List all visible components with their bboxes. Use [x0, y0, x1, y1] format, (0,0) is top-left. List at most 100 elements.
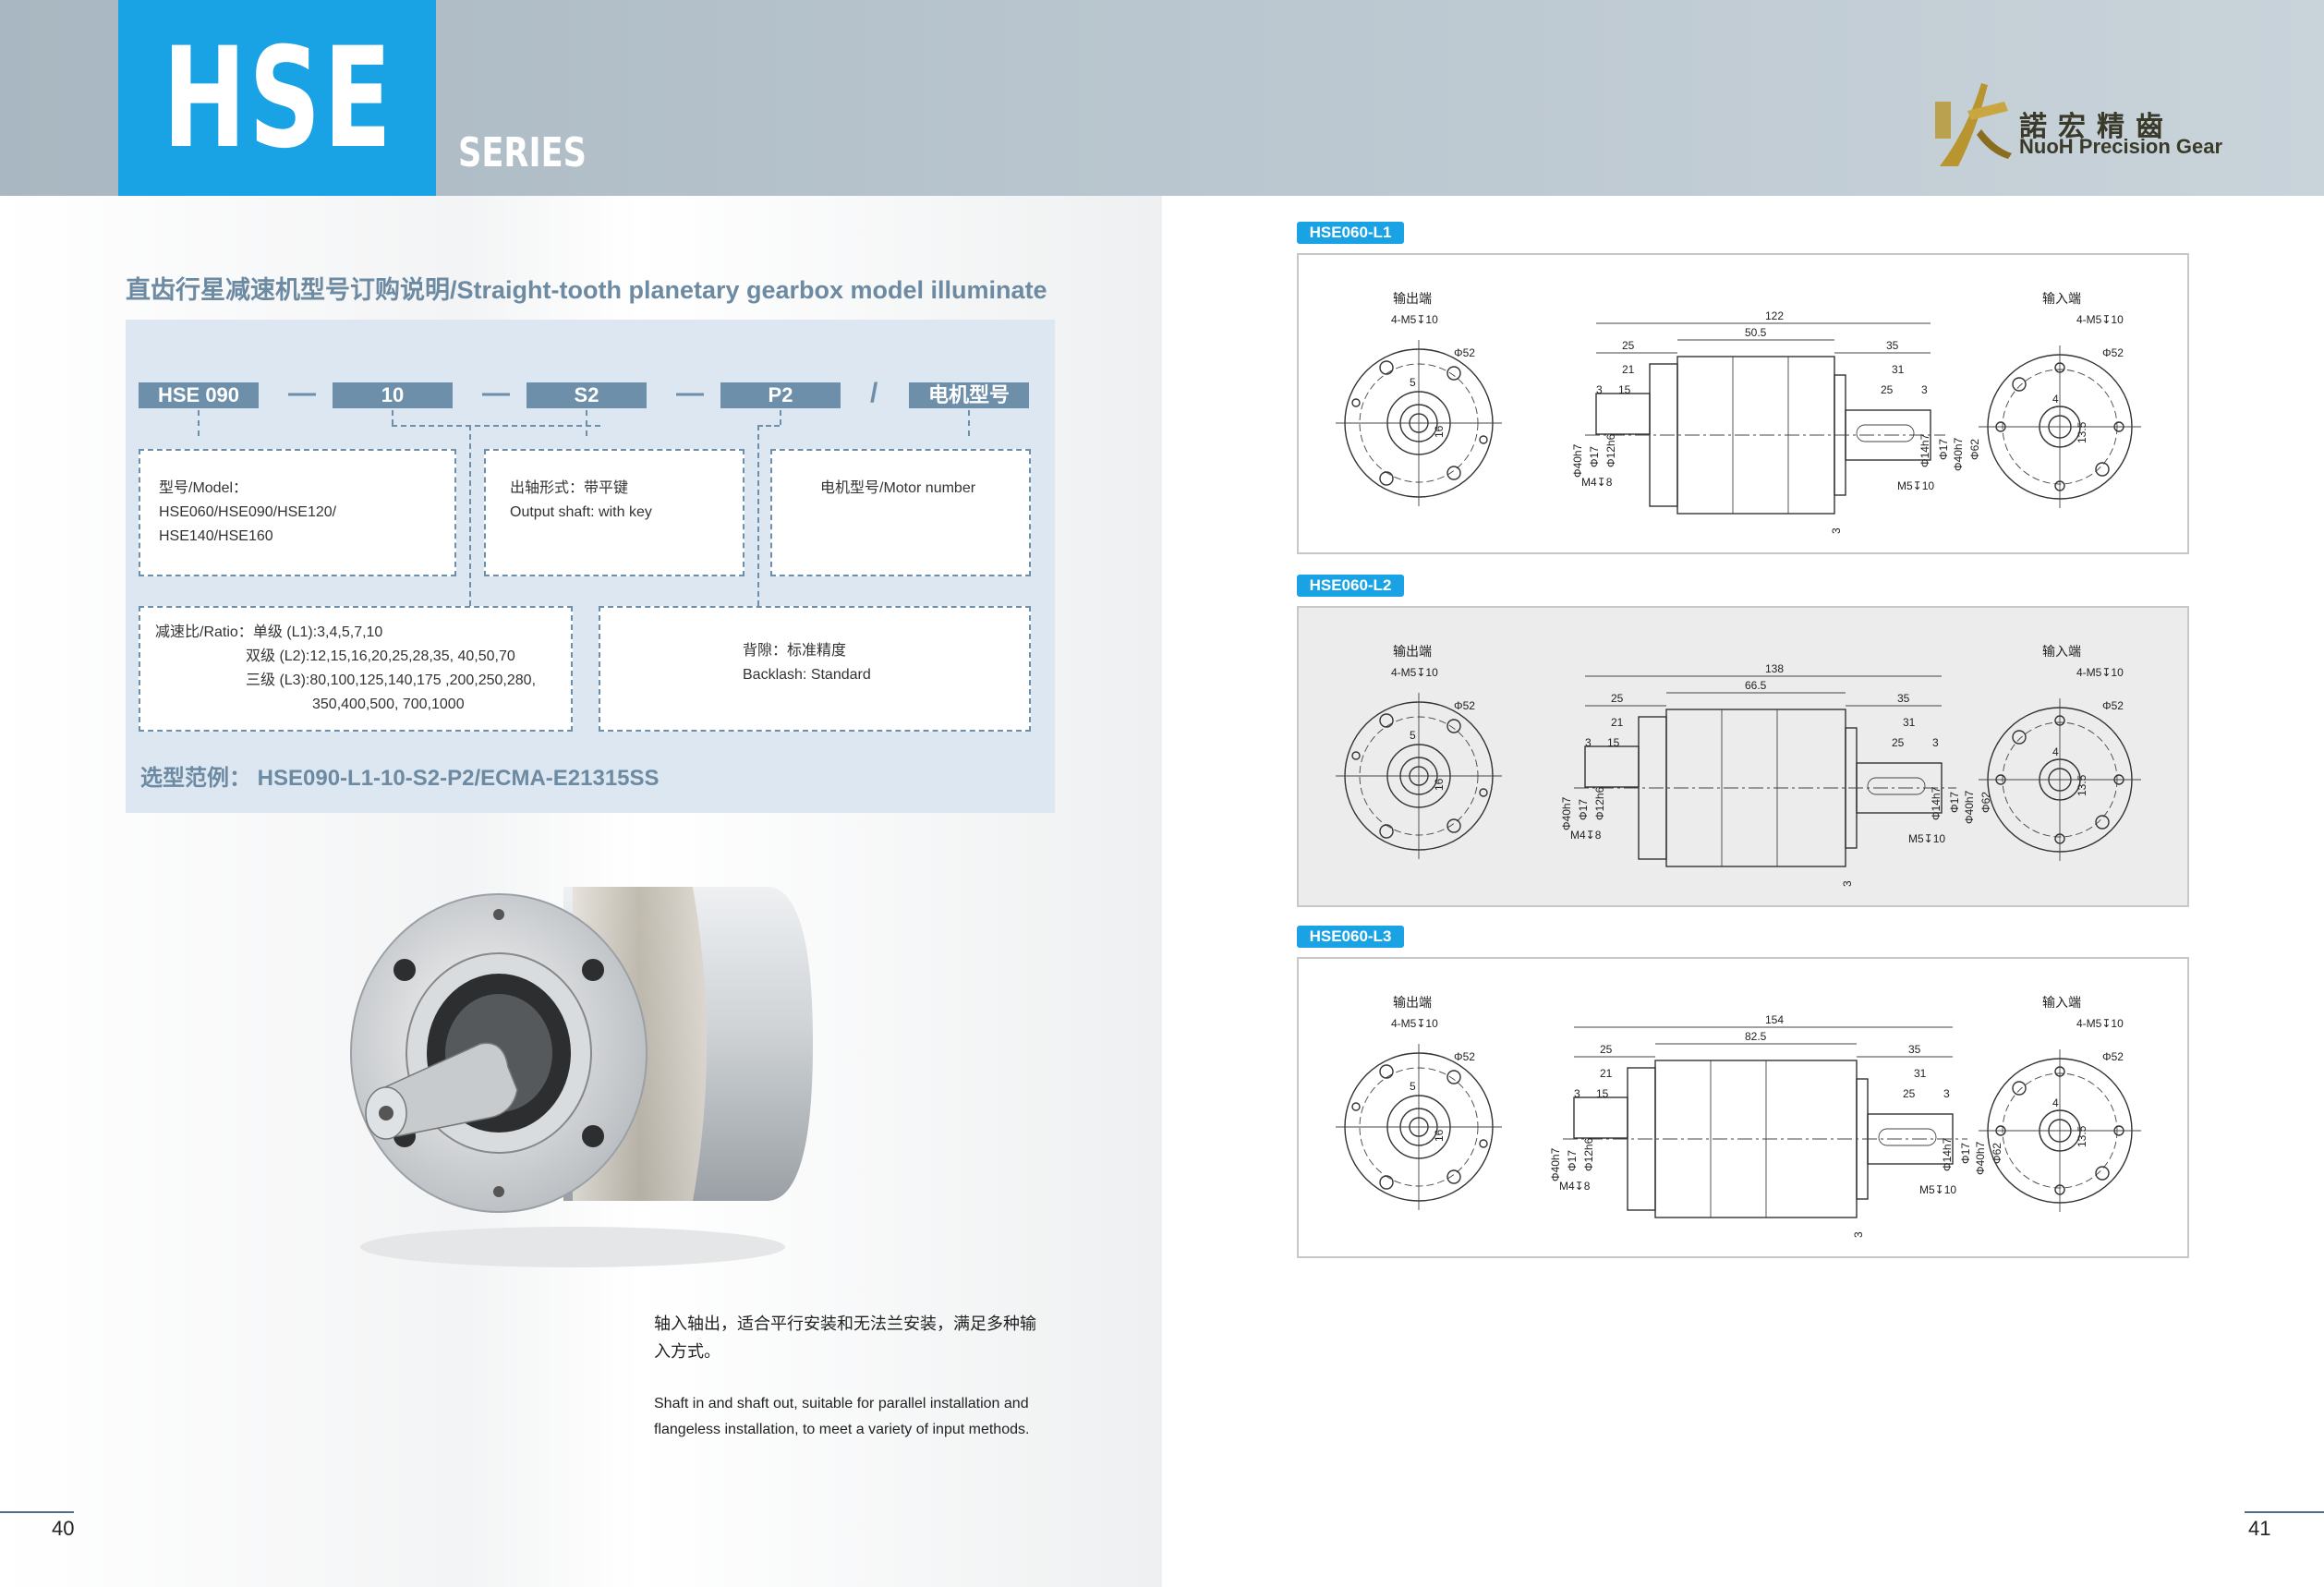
- dim-total-length: 138: [1765, 662, 1784, 675]
- dim-label: Φ40h7: [1549, 1147, 1562, 1181]
- model-guide-title: 直齿行星减速机型号订购说明/Straight-tooth planetary g…: [126, 276, 1047, 304]
- description-en: Shaft in and shaft out, suitable for par…: [654, 1396, 1030, 1437]
- dim-label: 15: [1607, 736, 1620, 749]
- dim-label: Φ12h6: [1582, 1137, 1595, 1171]
- dim-label: 16: [1433, 425, 1446, 438]
- output-end-label: 输出端: [1393, 996, 1432, 1011]
- bolt-label: 4-M5↧10: [1391, 1017, 1438, 1030]
- dim-label: 16: [1433, 1129, 1446, 1142]
- dim-label: Φ52: [2102, 346, 2124, 359]
- connector-line: [968, 410, 970, 436]
- ratio-label: 减速比/Ratio：: [155, 624, 253, 640]
- connector-line: [198, 410, 200, 436]
- dim-label: Φ40h7: [1963, 790, 1976, 824]
- connector-line: [392, 410, 393, 425]
- brand-name-en: NuoH Precision Gear: [2019, 135, 2223, 158]
- dim-label: 13.5: [2076, 774, 2088, 796]
- input-end-view: 输入端 4-M5↧10 Φ52 13.5 4: [1979, 996, 2141, 1212]
- dim-label: 13.5: [2076, 421, 2088, 443]
- ratio-line: 双级 (L2):12,15,16,20,25,28,35, 40,50,70: [246, 648, 515, 664]
- dim-label: 4: [2052, 745, 2059, 758]
- gearbox-product-image: [350, 887, 813, 1267]
- brand-logo-icon: [1935, 83, 2012, 166]
- dim-body-length: 82.5: [1745, 1030, 1767, 1043]
- dim-label: Φ12h6: [1604, 433, 1617, 467]
- side-view: 122 50.5 25 21 3 15 35 31 25 3 Φ40h7 Φ17…: [1571, 309, 1981, 534]
- dim-label: 16: [1433, 778, 1446, 791]
- input-end-view: 输入端 4-M5↧10 Φ52 13.5 4: [1979, 292, 2141, 508]
- dim-label: Φ52: [2102, 1050, 2124, 1063]
- dim-label: Φ62: [1991, 1143, 2003, 1164]
- dim-label: 3: [1596, 383, 1603, 396]
- ratio-box: 减速比/Ratio：单级 (L1):3,4,5,7,10 双级 (L2):12,…: [139, 606, 573, 732]
- dim-body-length: 66.5: [1745, 679, 1767, 692]
- dim-label: 35: [1908, 1043, 1921, 1056]
- dim-label: 31: [1892, 363, 1905, 376]
- dim-body-length: 50.5: [1745, 326, 1767, 339]
- dim-label: 25: [1881, 383, 1894, 396]
- backlash-box: 背隙：标准精度 Backlash: Standard: [599, 606, 1031, 732]
- dimension-drawing: 输出端 4-M5↧10 Φ52 16 5: [1297, 606, 2189, 907]
- output-end-label: 输出端: [1393, 645, 1432, 660]
- dim-label: Φ17: [1959, 1143, 1972, 1164]
- dim-label: Φ14h7: [1930, 786, 1943, 820]
- page-divider: [0, 1511, 74, 1513]
- bolt-label: 4-M5↧10: [2076, 1017, 2124, 1030]
- dim-label: 25: [1600, 1043, 1613, 1056]
- motor-box-label: 电机型号/Motor number: [820, 480, 976, 496]
- dim-label: 3: [1841, 880, 1854, 887]
- bolt-label: 4-M5↧10: [2076, 313, 2124, 326]
- drawing-tag: HSE060-L1: [1297, 222, 1404, 244]
- series-code: HSE: [163, 18, 394, 179]
- side-view: 138 66.5 25 21 3 15 35 31 25 3 Φ40h7 Φ17…: [1560, 662, 1992, 887]
- dim-label: Φ52: [1454, 1050, 1475, 1063]
- shaft-box-label: 出轴形式：带平键: [510, 480, 629, 496]
- input-end-label: 输入端: [2042, 292, 2081, 307]
- dim-label: M5↧10: [1919, 1183, 1956, 1196]
- dimension-drawing: 输出端 4-M5↧10 Φ52 16 5: [1297, 957, 2189, 1258]
- ratio-line: 单级 (L1):3,4,5,7,10: [252, 624, 383, 640]
- dim-label: Φ40h7: [1974, 1141, 1987, 1175]
- dim-label: Φ17: [1948, 792, 1961, 813]
- connector-line: [392, 425, 600, 427]
- dim-label: 3: [1852, 1231, 1865, 1238]
- dim-label: Φ62: [1968, 439, 1981, 460]
- dim-label: 3: [1943, 1087, 1950, 1100]
- connector-line: [586, 410, 587, 436]
- connector-line: [469, 425, 471, 606]
- dim-label: Φ14h7: [1941, 1137, 1954, 1171]
- dim-label: 15: [1596, 1087, 1609, 1100]
- dim-label: Φ17: [1577, 799, 1590, 820]
- ratio-line: 350,400,500, 700,1000: [312, 697, 465, 712]
- dim-label: Φ62: [1979, 792, 1992, 813]
- dim-label: Φ40h7: [1952, 437, 1965, 471]
- connector-line: [757, 425, 759, 606]
- dim-label: 3: [1921, 383, 1928, 396]
- page-divider: [2245, 1511, 2324, 1513]
- dim-label: Φ17: [1588, 446, 1601, 467]
- dim-label: 5: [1410, 1080, 1416, 1093]
- input-end-label: 输入端: [2042, 645, 2081, 660]
- code-part-motor: 电机型号: [909, 382, 1029, 408]
- model-box-line: HSE060/HSE090/HSE120/: [159, 504, 337, 520]
- dim-label: 21: [1622, 363, 1635, 376]
- dim-label: 21: [1611, 716, 1624, 729]
- side-view: 154 82.5 25 21 3 15 35 31 25 3 Φ40h7 Φ17…: [1549, 1013, 2003, 1238]
- dim-total-length: 122: [1765, 309, 1784, 322]
- dim-label: 31: [1914, 1067, 1927, 1080]
- bolt-label: 4-M5↧10: [2076, 666, 2124, 679]
- dim-label: 15: [1618, 383, 1631, 396]
- dim-label: Φ17: [1937, 439, 1950, 460]
- bolt-label: 4-M5↧10: [1391, 666, 1438, 679]
- output-end-view: 输出端 4-M5↧10 Φ52 16 5: [1336, 645, 1502, 859]
- dim-label: M5↧10: [1897, 479, 1934, 492]
- backlash-label: 背隙：标准精度: [743, 643, 847, 659]
- dim-label: Φ17: [1566, 1150, 1579, 1171]
- input-end-view: 输入端 4-M5↧10 Φ52 13.5 4: [1979, 645, 2141, 861]
- code-part-model: HSE 090: [139, 382, 259, 408]
- output-end-label: 输出端: [1393, 292, 1432, 307]
- input-end-label: 输入端: [2042, 996, 2081, 1011]
- model-box-label: 型号/Model：: [159, 480, 248, 496]
- page-number-right: 41: [2248, 1517, 2271, 1540]
- output-end-view: 输出端 4-M5↧10 Φ52 16 5: [1336, 996, 1502, 1210]
